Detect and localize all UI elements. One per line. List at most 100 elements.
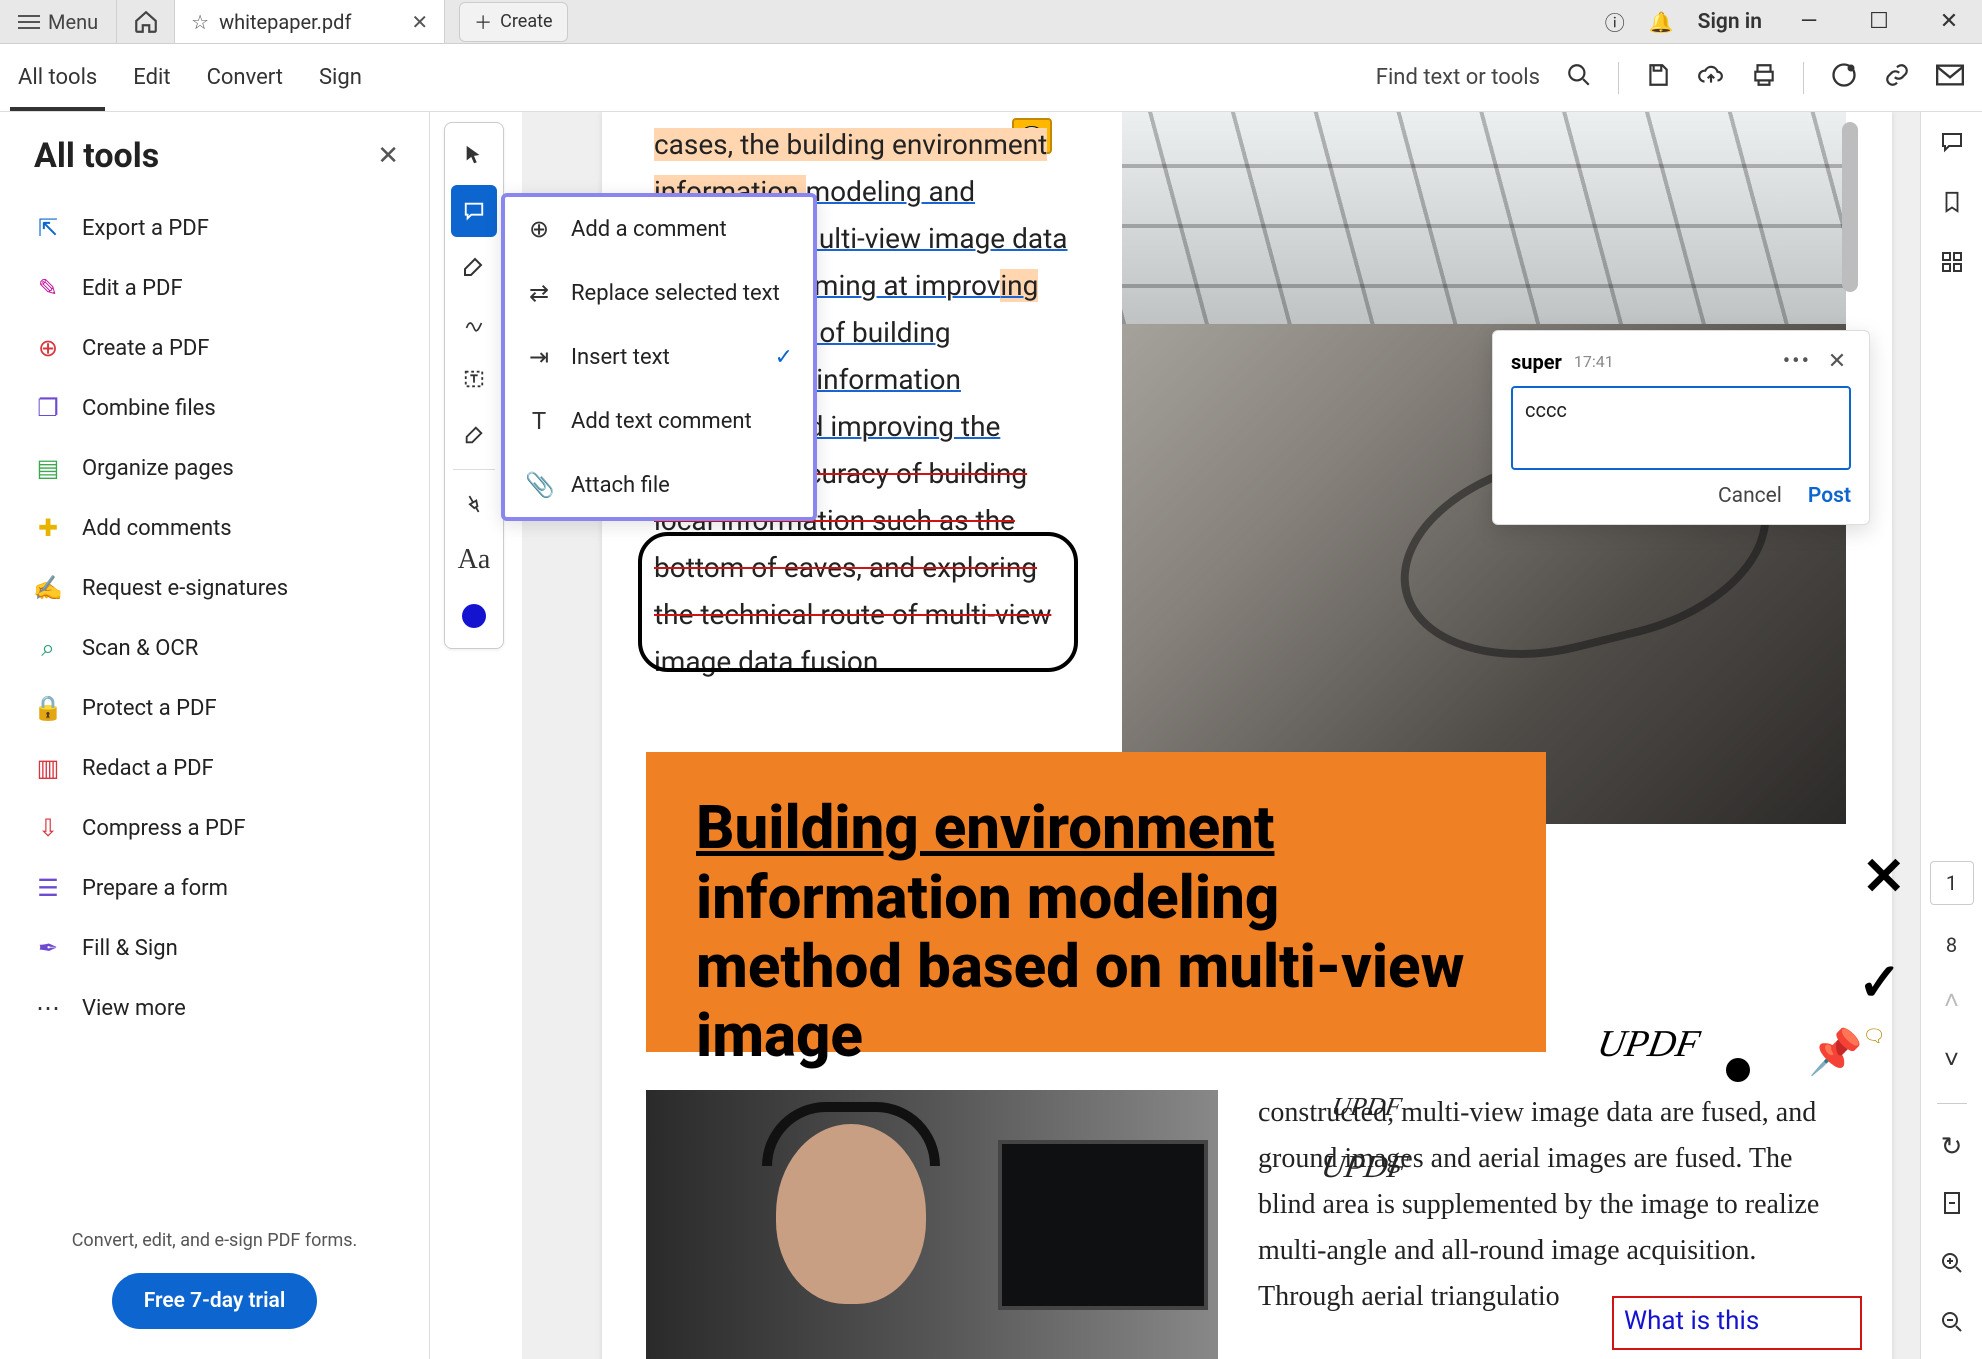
- comments-panel-icon[interactable]: [1939, 130, 1965, 161]
- search-icon[interactable]: [1566, 62, 1592, 94]
- tool-item-combine-files[interactable]: ❐Combine files: [0, 378, 429, 438]
- menu-button[interactable]: Menu: [0, 0, 117, 43]
- zoom-in-icon[interactable]: [1940, 1251, 1964, 1282]
- comment-tool[interactable]: [451, 185, 497, 237]
- bookmarks-icon[interactable]: [1941, 189, 1963, 222]
- zoom-out-icon[interactable]: [1940, 1310, 1964, 1341]
- pushpin-annotation[interactable]: 📌🗨: [1808, 1026, 1886, 1078]
- tool-icon: ✍: [34, 574, 62, 602]
- tool-item-label: Create a PDF: [82, 336, 209, 361]
- popup-item-replace-selected-text[interactable]: ⇄Replace selected text: [505, 261, 813, 325]
- tool-item-view-more[interactable]: ⋯View more: [0, 978, 429, 1038]
- star-icon[interactable]: ☆: [191, 10, 209, 34]
- tool-item-compress-a-pdf[interactable]: ⇩Compress a PDF: [0, 798, 429, 858]
- comment-more-button[interactable]: •••: [1783, 349, 1811, 374]
- tool-icon: ❐: [34, 394, 62, 422]
- title-line-1: Building environment: [696, 792, 1496, 863]
- tool-item-edit-a-pdf[interactable]: ✎ Edit a PDF: [0, 258, 429, 318]
- popup-item-insert-text[interactable]: ⇥Insert text✓: [505, 325, 813, 389]
- cloud-upload-icon[interactable]: [1697, 62, 1725, 94]
- popup-item-add-text-comment[interactable]: TAdd text comment: [505, 389, 813, 453]
- page-down-button[interactable]: ˅: [1944, 1044, 1959, 1075]
- free-trial-button[interactable]: Free 7-day trial: [112, 1273, 318, 1329]
- tool-icon: ▤: [34, 454, 62, 482]
- person-at-computer-image: [646, 1090, 1218, 1359]
- tool-item-protect-a-pdf[interactable]: 🔒Protect a PDF: [0, 678, 429, 738]
- tool-tab-sign[interactable]: Sign: [301, 44, 380, 111]
- draw-tool[interactable]: [451, 297, 497, 349]
- title-bar: Menu ☆ whitepaper.pdf ✕ ＋ Create ⓘ 🔔 Sig…: [0, 0, 1982, 44]
- tool-tab-convert[interactable]: Convert: [189, 44, 301, 111]
- tool-item-prepare-a-form[interactable]: ☰Prepare a form: [0, 858, 429, 918]
- tool-item-export-a-pdf[interactable]: ⇱Export a PDF: [0, 198, 429, 258]
- save-icon[interactable]: [1645, 62, 1671, 94]
- tool-icon: ▥: [34, 754, 62, 782]
- close-panel-button[interactable]: ✕: [377, 141, 399, 171]
- thumbnails-icon[interactable]: [1940, 250, 1964, 281]
- signin-button[interactable]: Sign in: [1698, 10, 1762, 34]
- maximize-button[interactable]: ☐: [1856, 9, 1902, 34]
- eraser-tool[interactable]: [451, 409, 497, 461]
- close-tab-button[interactable]: ✕: [411, 10, 428, 34]
- bell-icon[interactable]: 🔔: [1649, 10, 1674, 34]
- document-tab[interactable]: ☆ whitepaper.pdf ✕: [175, 0, 445, 43]
- tool-tab-edit[interactable]: Edit: [115, 44, 188, 111]
- tool-item-scan-ocr[interactable]: ⌕Scan & OCR: [0, 618, 429, 678]
- textbox-annotation[interactable]: What is this: [1612, 1296, 1862, 1350]
- popup-item-icon: ⊕: [525, 215, 553, 243]
- popup-item-label: Attach file: [571, 473, 670, 498]
- pin-tool[interactable]: [441, 470, 507, 538]
- tool-icon: ✎: [34, 274, 62, 302]
- find-label[interactable]: Find text or tools: [1376, 65, 1540, 90]
- tool-item-request-e-signatures[interactable]: ✍ Request e-signatures: [0, 558, 429, 618]
- signature-annotation[interactable]: UPDF: [1594, 1022, 1703, 1066]
- create-button[interactable]: ＋ Create: [459, 2, 567, 42]
- page-input[interactable]: 1: [1930, 861, 1974, 905]
- dot-annotation[interactable]: [1726, 1058, 1750, 1082]
- page-up-button[interactable]: ˄: [1944, 985, 1959, 1016]
- select-tool[interactable]: [451, 129, 497, 181]
- print-icon[interactable]: [1751, 62, 1777, 94]
- tool-item-label: Export a PDF: [82, 216, 209, 241]
- x-mark-annotation[interactable]: ✕: [1862, 846, 1906, 907]
- popup-item-icon: T: [525, 407, 553, 435]
- check-icon: ✓: [775, 345, 793, 370]
- tool-item-create-a-pdf[interactable]: ⊕Create a PDF: [0, 318, 429, 378]
- popup-item-attach-file[interactable]: 📎Attach file: [505, 453, 813, 517]
- comment-author: super: [1511, 350, 1562, 374]
- fit-page-icon[interactable]: [1940, 1190, 1964, 1223]
- tool-item-label: Request e-signatures: [82, 576, 288, 601]
- tool-item-redact-a-pdf[interactable]: ▥Redact a PDF: [0, 738, 429, 798]
- tool-item-label: Fill & Sign: [82, 936, 178, 961]
- popup-item-icon: ⇥: [525, 343, 553, 371]
- comment-post-button[interactable]: Post: [1808, 484, 1851, 508]
- tool-tab-alltools[interactable]: All tools: [0, 44, 115, 111]
- create-label: Create: [500, 11, 552, 32]
- comment-cancel-button[interactable]: Cancel: [1718, 484, 1782, 508]
- highlight-tool[interactable]: [451, 241, 497, 293]
- check-mark-annotation[interactable]: ✓: [1858, 952, 1902, 1013]
- comment-close-button[interactable]: ✕: [1823, 349, 1851, 374]
- ai-assist-icon[interactable]: [1830, 61, 1858, 95]
- tool-item-fill-sign[interactable]: ✒Fill & Sign: [0, 918, 429, 978]
- freehand-draw-annotation[interactable]: [638, 532, 1078, 672]
- link-icon[interactable]: [1884, 62, 1910, 94]
- popup-item-add-a-comment[interactable]: ⊕Add a comment: [505, 197, 813, 261]
- comment-editor-popup: super 17:41 ••• ✕ Cancel Post: [1492, 330, 1870, 525]
- rotate-icon[interactable]: ↻: [1941, 1132, 1963, 1162]
- mail-icon[interactable]: [1936, 64, 1964, 92]
- comment-tool-menu: ⊕Add a comment⇄Replace selected text⇥Ins…: [501, 193, 817, 521]
- tool-icon: ⇩: [34, 814, 62, 842]
- tool-item-label: Edit a PDF: [82, 276, 183, 301]
- textbox-tool[interactable]: [451, 353, 497, 405]
- text-tool[interactable]: Aa: [451, 534, 497, 586]
- help-icon[interactable]: ⓘ: [1605, 7, 1625, 36]
- close-window-button[interactable]: ✕: [1926, 9, 1972, 34]
- home-button[interactable]: [117, 0, 175, 43]
- comment-textarea[interactable]: [1511, 386, 1851, 470]
- popup-item-icon: ⇄: [525, 279, 553, 307]
- tool-item-organize-pages[interactable]: ▤Organize pages: [0, 438, 429, 498]
- minimize-button[interactable]: —: [1786, 9, 1832, 34]
- tool-item-add-comments[interactable]: ✚Add comments: [0, 498, 429, 558]
- color-picker[interactable]: [451, 590, 497, 642]
